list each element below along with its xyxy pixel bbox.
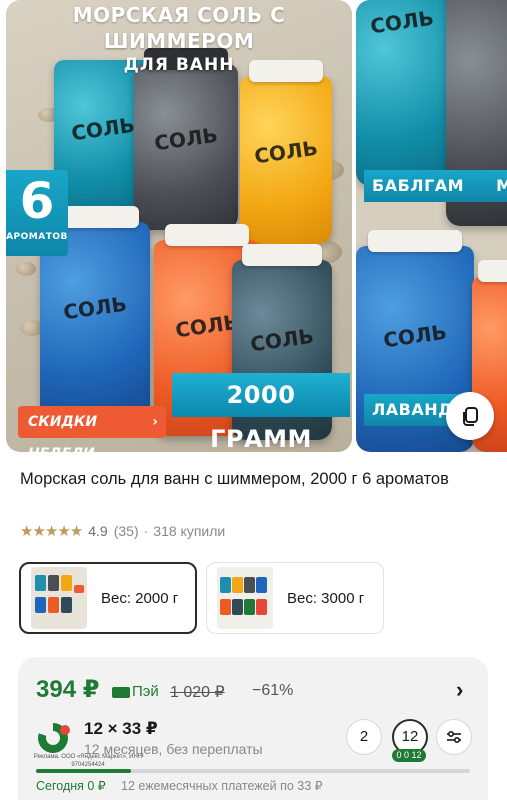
reviews-count: (35) <box>113 523 139 539</box>
jar-brand: СОЛЬ <box>381 319 449 353</box>
split-logo-icon <box>38 723 70 753</box>
jar-brand: СОЛЬ <box>252 135 320 169</box>
gallery-slide-main[interactable]: СОЛЬ СОЛЬ СОЛЬ СОЛЬ СОЛЬ СОЛЬ МОРСКАЯ СО… <box>6 0 352 452</box>
installment-amount: 12 × 33 ₽ <box>84 719 158 738</box>
copy-button[interactable] <box>446 392 494 440</box>
product-title: Морская соль для ванн с шиммером, 2000 г… <box>20 470 449 488</box>
variant-thumbnail <box>217 567 273 629</box>
jar-brand: СОЛЬ <box>61 292 129 325</box>
pay-card-icon <box>112 687 130 698</box>
current-price: 394 ₽ <box>36 676 100 703</box>
today-payment: Сегодня 0 ₽ <box>36 779 106 793</box>
installment-settings-button[interactable] <box>436 719 472 755</box>
sliders-icon <box>447 730 461 744</box>
chevron-right-icon: › <box>152 414 158 430</box>
product-gallery[interactable]: СОЛЬ СОЛЬ СОЛЬ СОЛЬ СОЛЬ СОЛЬ МОРСКАЯ СО… <box>0 0 507 456</box>
monthly-payments: 12 ежемесячных платежей по 33 ₽ <box>121 779 323 793</box>
jar-cap <box>242 244 322 266</box>
variant-weight-3000[interactable]: Вес: 3000 г <box>206 562 384 634</box>
rating-row[interactable]: ★★★★★ 4.9 (35) · 318 купили <box>20 522 225 540</box>
installment-progress-fill <box>36 769 132 773</box>
rating-stars-icon: ★★★★★ <box>20 523 83 540</box>
variant-label: Вес: 2000 г <box>101 589 179 607</box>
promo-label: СКИДКИ НЕДЕЛИ <box>28 414 98 452</box>
chevron-right-icon[interactable]: › <box>456 677 463 703</box>
price-card[interactable]: 394 ₽ Пэй 1 020 ₽ −61% › Реклама. ООО «Я… <box>18 657 488 800</box>
variant-thumbnail <box>31 567 87 629</box>
installment-progress <box>36 769 470 773</box>
gallery-slide-next[interactable]: СОЛЬ СОЛЬ БАБЛГАМ М ЛАВАНДА <box>356 0 507 452</box>
pebble-decor <box>16 262 36 276</box>
jar-brand: СОЛЬ <box>152 122 220 156</box>
jar-yellow: СОЛЬ <box>240 60 332 244</box>
jar-brand: СОЛЬ <box>248 324 316 357</box>
jar-brand: СОЛЬ <box>368 5 436 38</box>
installment-description: 12 месяцев, без переплаты <box>84 741 263 757</box>
aromas-badge: 6 АРОМАТОВ <box>6 170 68 256</box>
scent-name-cut: М <box>496 176 507 195</box>
purchased-count: 318 купили <box>153 523 226 539</box>
rating-separator: · <box>143 523 149 539</box>
weight-badge: 2000 ГРАММ <box>172 373 350 452</box>
jar-teal: СОЛЬ <box>356 0 448 186</box>
variant-label: Вес: 3000 г <box>287 589 365 607</box>
aromas-label: АРОМАТОВ <box>6 232 68 242</box>
discount-percent: −61% <box>252 682 294 699</box>
variant-weight-2000[interactable]: Вес: 2000 г <box>19 562 197 634</box>
old-price: 1 020 ₽ <box>170 684 225 701</box>
banner-title-line2: ДЛЯ ВАНН <box>123 55 235 75</box>
scent-label-bubblegum: БАБЛГАМ М <box>364 170 507 202</box>
jar-gray: СОЛЬ <box>134 48 238 230</box>
banner-title-line1: МОРСКАЯ СОЛЬ С ШИММЕРОМ <box>72 3 286 53</box>
scent-name: БАБЛГАМ <box>372 176 465 195</box>
jar-cap <box>478 260 507 282</box>
promo-week-deals-chip[interactable]: СКИДКИ НЕДЕЛИ › <box>18 406 166 452</box>
rating-value: 4.9 <box>88 523 108 539</box>
jar-cap <box>164 224 250 246</box>
term-option-2[interactable]: 2 <box>346 719 382 755</box>
pay-label: Пэй <box>132 683 159 700</box>
copy-icon <box>463 407 478 426</box>
jar-cap <box>367 230 463 252</box>
aromas-number: 6 <box>19 172 55 230</box>
banner-title: МОРСКАЯ СОЛЬ С ШИММЕРОМ ДЛЯ ВАНН <box>6 2 352 76</box>
term-tag: 0 0 12 <box>392 749 426 762</box>
